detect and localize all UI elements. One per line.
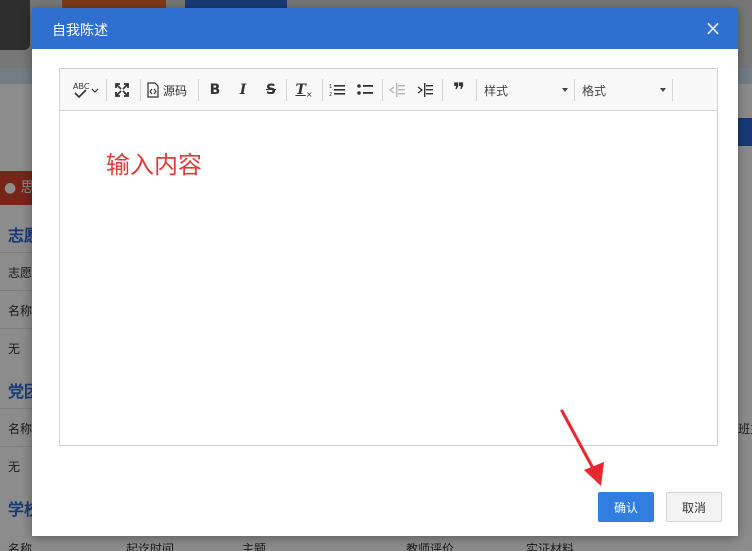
rich-text-editor: ABC 源码 B I S T × 1 2 ❞ 样式 格式 输入内容 bbox=[59, 68, 718, 446]
source-label: 源码 bbox=[163, 83, 188, 98]
format-dropdown[interactable]: 格式 bbox=[582, 79, 670, 101]
toolbar-separator bbox=[286, 79, 287, 101]
editor-toolbar: ABC 源码 B I S T × 1 2 ❞ 样式 格式 bbox=[60, 69, 717, 111]
chevron-down-icon bbox=[562, 88, 568, 92]
numbered-list-button[interactable]: 1 2 bbox=[328, 79, 346, 101]
editor-content-area[interactable]: 输入内容 bbox=[60, 111, 717, 445]
styles-label: 样式 bbox=[484, 83, 509, 98]
blockquote-button[interactable]: ❞ bbox=[448, 78, 470, 102]
toolbar-separator bbox=[476, 79, 477, 101]
toolbar-separator bbox=[672, 79, 673, 101]
chevron-down-icon bbox=[660, 88, 666, 92]
bold-button[interactable]: B bbox=[206, 79, 224, 101]
styles-dropdown[interactable]: 样式 bbox=[484, 79, 572, 101]
strikethrough-button[interactable]: S bbox=[262, 79, 280, 101]
source-icon bbox=[147, 82, 159, 98]
numbered-list-icon: 1 2 bbox=[329, 84, 345, 97]
bulleted-list-icon bbox=[357, 84, 373, 95]
svg-text:1: 1 bbox=[329, 84, 332, 90]
toolbar-separator bbox=[140, 79, 141, 101]
italic-button[interactable]: I bbox=[234, 79, 252, 101]
close-icon[interactable]: × bbox=[704, 18, 722, 38]
dialog-header: 自我陈述 × bbox=[32, 8, 738, 49]
indent-icon bbox=[417, 83, 433, 97]
dialog-title: 自我陈述 bbox=[52, 23, 108, 39]
remove-format-x: × bbox=[305, 89, 313, 99]
toolbar-separator bbox=[106, 79, 107, 101]
svg-text:2: 2 bbox=[329, 92, 332, 97]
indent-button[interactable] bbox=[416, 79, 434, 101]
bulleted-list-button[interactable] bbox=[356, 79, 374, 101]
remove-format-icon: T bbox=[295, 82, 306, 98]
format-label: 格式 bbox=[582, 83, 607, 98]
outdent-icon bbox=[389, 83, 405, 97]
outdent-button[interactable] bbox=[388, 79, 406, 101]
toolbar-separator bbox=[322, 79, 323, 101]
clear-format-button[interactable]: T × bbox=[294, 79, 314, 101]
spellcheck-icon: ABC bbox=[73, 82, 99, 99]
confirm-button[interactable]: 确认 bbox=[598, 492, 654, 522]
cancel-button[interactable]: 取消 bbox=[666, 492, 722, 522]
self-statement-dialog: 自我陈述 × ABC 源码 B I S T × 1 2 ❞ 样式 格式 输入内容… bbox=[32, 8, 738, 536]
toolbar-separator bbox=[574, 79, 575, 101]
editor-placeholder-text: 输入内容 bbox=[106, 151, 202, 179]
maximize-button[interactable] bbox=[112, 79, 132, 101]
toolbar-separator bbox=[382, 79, 383, 101]
toolbar-separator bbox=[442, 79, 443, 101]
maximize-icon bbox=[115, 83, 129, 97]
spellcheck-button[interactable]: ABC bbox=[72, 79, 100, 101]
spellcheck-text: ABC bbox=[73, 82, 90, 91]
toolbar-separator bbox=[198, 79, 199, 101]
source-button[interactable]: 源码 bbox=[146, 79, 192, 101]
